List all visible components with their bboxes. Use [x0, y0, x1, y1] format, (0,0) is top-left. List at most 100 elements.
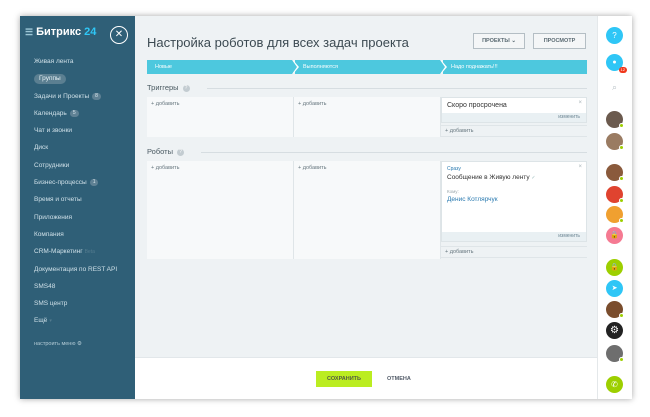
- triggers-column-in-progress: + добавить: [294, 97, 441, 137]
- sidebar-item-sms-center[interactable]: SMS центр: [20, 295, 135, 312]
- avatar[interactable]: [606, 186, 624, 203]
- avatar[interactable]: [606, 164, 624, 181]
- sidebar-item-rest-docs[interactable]: Документация по REST API: [20, 261, 135, 278]
- lock-icon[interactable]: 🔒: [606, 227, 623, 244]
- gear-icon[interactable]: ⚙: [606, 322, 623, 339]
- sidebar-item-label: Документация по REST API: [34, 265, 118, 273]
- avatar[interactable]: [606, 345, 624, 362]
- projects-button-label: ПРОЕКТЫ: [482, 38, 510, 44]
- triggers-column-new: + добавить: [147, 97, 294, 137]
- checkmark-icon: ✓: [531, 175, 536, 181]
- sidebar-item-groups[interactable]: Группы: [20, 70, 135, 87]
- add-robot-link[interactable]: + добавить: [441, 246, 587, 258]
- sidebar-item-label: Группы: [34, 74, 66, 85]
- logo-number: 24: [84, 26, 97, 38]
- sidebar-item-label: SMS48: [34, 282, 56, 290]
- notifications-count: 12: [618, 67, 627, 73]
- beta-note: Beta: [84, 249, 95, 256]
- close-icon[interactable]: ×: [578, 100, 582, 106]
- view-button[interactable]: ПРОСМОТР: [533, 33, 586, 49]
- phone-icon[interactable]: ✆: [606, 376, 623, 393]
- logo-text: Битрикс: [36, 26, 82, 38]
- setup-menu-link[interactable]: настроить меню ⚙: [20, 336, 135, 353]
- robots-label: Роботы?: [147, 147, 184, 156]
- sidebar-item-company[interactable]: Компания: [20, 226, 135, 243]
- add-trigger-link[interactable]: + добавить: [147, 97, 293, 107]
- help-icon[interactable]: ?: [606, 27, 623, 44]
- stage-new: Новые: [147, 60, 299, 74]
- sidebar-item-label: Сотрудники: [34, 161, 70, 169]
- sidebar-item-label: Бизнес-процессы: [34, 179, 87, 187]
- sidebar-item-sms48[interactable]: SMS48: [20, 278, 135, 295]
- avatar[interactable]: [606, 133, 624, 150]
- stage-label: Выполняются: [303, 64, 338, 70]
- avatar[interactable]: [606, 301, 624, 318]
- recipient-label: Кому:: [447, 189, 459, 194]
- sidebar-nav: Живая лента Группы Задачи и Проекты 8 Кал…: [20, 53, 135, 353]
- sidebar-item-crm-marketing[interactable]: CRM-Маркетинг Beta: [20, 243, 135, 260]
- robots-column-new: + добавить: [147, 161, 294, 259]
- count-badge: 1: [89, 179, 99, 187]
- help-icon[interactable]: ?: [176, 149, 184, 156]
- sidebar-item-calendar[interactable]: Календарь 5: [20, 105, 135, 122]
- sidebar-item-label: SMS центр: [34, 300, 68, 308]
- sidebar-item-more[interactable]: Ещё ▾: [20, 312, 135, 329]
- add-trigger-link[interactable]: + добавить: [441, 125, 587, 137]
- robot-timing[interactable]: Сразу: [442, 162, 586, 172]
- sidebar-item-live-feed[interactable]: Живая лента: [20, 53, 135, 70]
- edit-trigger-link[interactable]: изменить: [442, 113, 586, 122]
- sidebar-item-label: Диск: [34, 144, 49, 152]
- sidebar-item-label: Чат и звонки: [34, 127, 73, 135]
- stage-in-progress: Выполняются: [295, 60, 447, 74]
- sidebar-item-business-processes[interactable]: Бизнес-процессы 1: [20, 174, 135, 191]
- recipient-link[interactable]: Денис Котлярчук: [442, 194, 586, 203]
- trigger-card[interactable]: Скоро просрочена × изменить: [441, 97, 587, 123]
- footer-bar: СОХРАНИТЬ ОТМЕНА: [135, 357, 597, 399]
- logo[interactable]: ☰ Битрикс 24: [25, 26, 96, 38]
- telegram-icon[interactable]: ➤: [606, 280, 623, 297]
- sidebar-item-employees[interactable]: Сотрудники: [20, 157, 135, 174]
- projects-dropdown-button[interactable]: ПРОЕКТЫ ⌄: [473, 33, 525, 49]
- divider: [201, 152, 587, 153]
- cancel-button[interactable]: ОТМЕНА: [387, 371, 411, 387]
- left-sidebar: ☰ Битрикс 24 ✕ Живая лента Группы Задачи …: [20, 16, 135, 399]
- add-robot-link[interactable]: + добавить: [147, 161, 293, 171]
- sidebar-item-label: CRM-Маркетинг: [34, 248, 83, 256]
- notification-bell-icon[interactable]: ● 12: [606, 54, 627, 73]
- sidebar-item-tasks[interactable]: Задачи и Проекты 8: [20, 88, 135, 105]
- edit-robot-link[interactable]: изменить: [442, 232, 586, 241]
- count-badge: 8: [92, 92, 101, 100]
- close-icon[interactable]: ✕: [110, 26, 128, 44]
- add-robot-link[interactable]: + добавить: [294, 161, 440, 171]
- trigger-name: Скоро просрочена: [447, 102, 507, 109]
- search-icon[interactable]: ⌕: [606, 79, 623, 96]
- sidebar-item-label: Календарь: [34, 109, 67, 117]
- browser-frame: ☰ Битрикс 24 ✕ Живая лента Группы Задачи …: [20, 16, 632, 399]
- section-title: Триггеры: [147, 83, 179, 92]
- stage-label: Надо поднажать!!!: [451, 64, 498, 70]
- add-trigger-link[interactable]: + добавить: [294, 97, 440, 107]
- sidebar-item-chat[interactable]: Чат и звонки: [20, 122, 135, 139]
- count-badge: 5: [69, 109, 79, 117]
- sidebar-item-apps[interactable]: Приложения: [20, 209, 135, 226]
- save-button[interactable]: СОХРАНИТЬ: [316, 371, 372, 387]
- sidebar-item-disk[interactable]: Диск: [20, 139, 135, 156]
- robot-action: Сообщение в Живую ленту ✓: [442, 172, 586, 181]
- sidebar-item-time-reports[interactable]: Время и отчеты: [20, 191, 135, 208]
- triggers-label: Триггеры?: [147, 83, 190, 92]
- right-bar: ? ● 12 ⌕ 🔒 🔒 ➤ ⚙ ✆: [597, 16, 632, 399]
- avatar[interactable]: [606, 206, 624, 223]
- robot-action-text: Сообщение в Живую ленту: [447, 174, 530, 181]
- chevron-down-icon: ▾: [49, 318, 52, 325]
- close-icon[interactable]: ×: [578, 164, 582, 170]
- hamburger-menu-icon[interactable]: ☰: [25, 27, 33, 37]
- section-title: Роботы: [147, 147, 173, 156]
- help-icon[interactable]: ?: [182, 85, 190, 92]
- robot-card[interactable]: Сразу Сообщение в Живую ленту ✓ Кому: Де…: [441, 161, 587, 242]
- sidebar-item-label: Ещё: [34, 317, 48, 325]
- sidebar-item-label: Компания: [34, 230, 64, 238]
- lock-icon[interactable]: 🔒: [606, 259, 623, 276]
- sidebar-item-label: Задачи и Проекты: [34, 92, 90, 100]
- avatar[interactable]: [606, 111, 624, 128]
- gear-icon: ⚙: [77, 340, 82, 347]
